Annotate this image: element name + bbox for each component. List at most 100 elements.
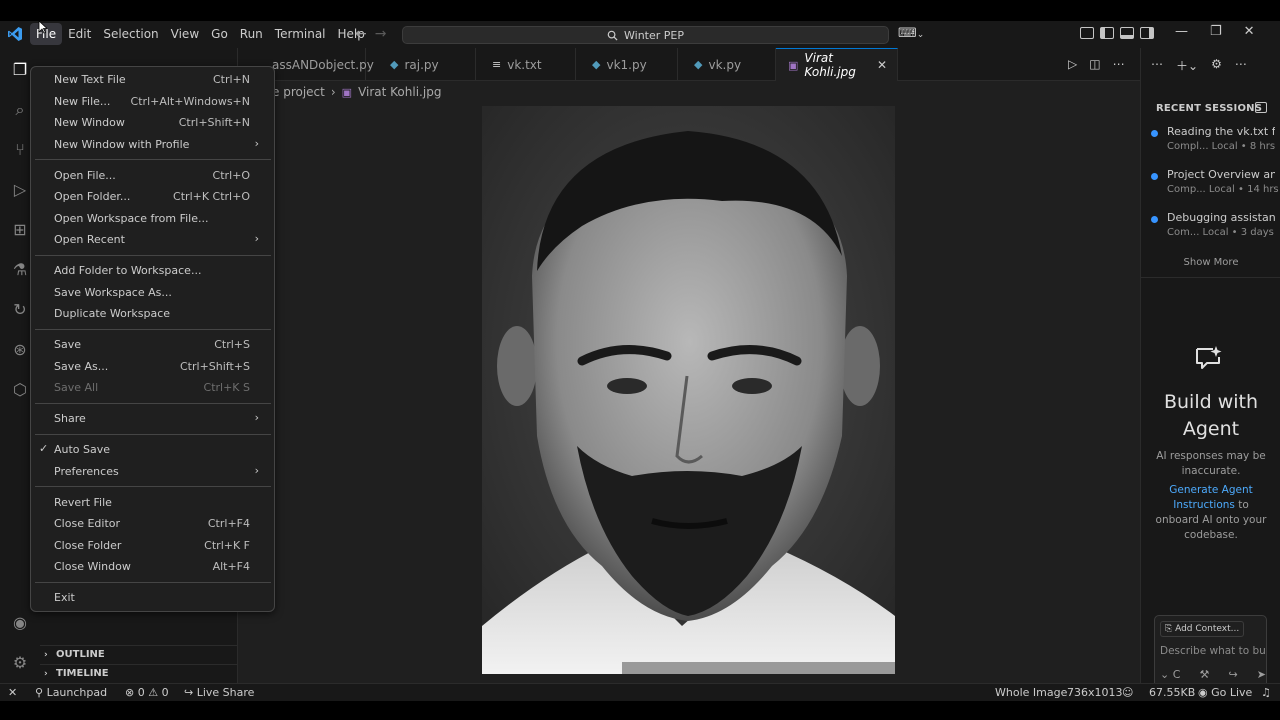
checkmark-icon: ✓ [39,442,49,455]
menu-run[interactable]: Run [234,23,269,45]
menu-item-open-recent[interactable]: Open Recent › [35,230,271,250]
git-graph-icon[interactable]: ⊛ [10,340,30,360]
copilot-chat-toggle[interactable]: ⌨⌄ [898,26,924,41]
search-icon[interactable]: ⌕ [10,100,30,120]
chat-input-box[interactable]: ⎘ Add Context... Describe what to build … [1154,615,1267,688]
tab-label: vk.py [708,57,742,72]
menu-item-save-workspace-as[interactable]: Save Workspace As... [35,283,271,303]
breadcrumb-file[interactable]: Virat Kohli.jpg [358,85,441,99]
image-zoom-mode[interactable]: Whole Image [995,686,1067,699]
timeline-section[interactable]: › TIMELINE [40,664,238,683]
new-chat-icon[interactable]: ＋⌄ [1176,57,1198,74]
agent-disclaimer: AI responses may be inaccurate. [1156,450,1266,477]
delegate-icon[interactable]: ↪ [1228,668,1237,681]
menu-selection[interactable]: Selection [97,23,164,45]
restore-icon[interactable]: ❐ [1210,24,1222,39]
toggle-secondary-sidebar-icon[interactable] [1140,27,1154,39]
more-actions-icon[interactable]: ⋯ [1113,57,1125,71]
remote-indicator-icon[interactable]: ✕ [8,686,17,699]
notifications-bell-icon[interactable]: ♫ [1261,686,1271,699]
menu-item-open-workspace[interactable]: Open Workspace from File... [35,209,271,229]
minimize-icon[interactable]: — [1175,24,1188,39]
menu-item-close-folder[interactable]: Close Folder Ctrl+K F [35,536,271,556]
tab-raj[interactable]: ◆ raj.py [366,48,476,81]
extensions-icon[interactable]: ⊞ [10,220,30,240]
session-meta: Compl... Local • 8 hrs [1167,141,1276,152]
chat-panel: ⋯ ＋⌄ ⚙ ⋯ RECENT SESSIONS Reading the vk.… [1140,48,1280,688]
chat-input-placeholder[interactable]: Describe what to build [1160,645,1266,657]
launchpad-item[interactable]: ⚲ Launchpad [35,686,107,699]
tab-virat-kohli-jpg[interactable]: ▣ Virat Kohli.jpg ✕ [776,48,898,81]
explorer-icon[interactable]: ❐ [10,60,30,80]
add-context-label: Add Context... [1175,624,1240,634]
vscode-window: File Edit Selection View Go Run Terminal… [0,21,1280,701]
manage-gear-icon[interactable]: ⚙ [10,653,30,673]
divider [1141,277,1280,278]
more-icon[interactable]: ⋯ [1151,57,1163,74]
session-title: Project Overview an... [1167,168,1275,181]
menu-item-label: New Window [54,116,125,129]
close-tab-icon[interactable]: ✕ [877,58,887,72]
toggle-primary-sidebar-icon[interactable] [1100,27,1114,39]
menu-item-new-text-file[interactable]: New Text File Ctrl+N [35,70,271,90]
accounts-icon[interactable]: ◉ [10,613,30,633]
menu-item-new-file[interactable]: New File... Ctrl+Alt+Windows+N [35,92,271,112]
mode-picker[interactable]: ⌄ C [1160,668,1180,681]
menu-edit[interactable]: Edit [62,23,97,45]
run-debug-icon[interactable]: ▷ [10,180,30,200]
containers-icon[interactable]: ⬡ [10,380,30,400]
problems-indicator[interactable]: ⊗ 0 ⚠ 0 [125,686,169,699]
remote-explorer-icon[interactable]: ↻ [10,300,30,320]
image-preview-editor [238,103,1140,683]
menu-item-preferences[interactable]: Preferences › [35,462,271,482]
go-live-item[interactable]: ◉ Go Live [1198,686,1252,699]
menu-go[interactable]: Go [205,23,234,45]
menu-item-save[interactable]: Save Ctrl+S [35,335,271,355]
forward-arrow-icon[interactable]: → [375,26,387,42]
show-more-link[interactable]: Show More [1141,257,1280,268]
python-file-icon: ◆ [694,58,703,71]
menu-item-auto-save[interactable]: ✓ Auto Save [35,440,271,460]
settings-gear-icon[interactable]: ⚙ [1211,57,1222,74]
window-controls: — ❐ ✕ [1175,24,1255,39]
menu-terminal[interactable]: Terminal [269,23,332,45]
menu-item-share[interactable]: Share › [35,409,271,429]
live-share-item[interactable]: ↪ Live Share [184,686,254,699]
menu-item-close-window[interactable]: Close Window Alt+F4 [35,557,271,577]
source-control-icon[interactable]: ⑂ [10,140,30,160]
tab-vk[interactable]: ◆ vk.py [678,48,776,81]
nav-arrows: ← → [355,26,386,42]
menu-item-exit[interactable]: Exit [35,588,271,608]
menu-item-close-editor[interactable]: Close Editor Ctrl+F4 [35,514,271,534]
menu-item-save-as[interactable]: Save As... Ctrl+Shift+S [35,357,271,377]
tab-vk-txt[interactable]: ≡ vk.txt [476,48,576,81]
back-arrow-icon[interactable]: ← [355,26,367,42]
menu-item-open-folder[interactable]: Open Folder... Ctrl+K Ctrl+O [35,187,271,207]
menu-item-open-file[interactable]: Open File... Ctrl+O [35,166,271,186]
tab-vk1[interactable]: ◆ vk1.py [576,48,678,81]
add-context-button[interactable]: ⎘ Add Context... [1160,621,1245,637]
menu-item-new-window-profile[interactable]: New Window with Profile › [35,135,271,155]
command-center-search[interactable]: Winter PEP [402,26,889,44]
send-icon[interactable]: ➤ [1257,668,1266,681]
toggle-panel-icon[interactable] [1120,27,1134,39]
menu-item-duplicate-workspace[interactable]: Duplicate Workspace [35,304,271,324]
menu-item-add-folder[interactable]: Add Folder to Workspace... [35,261,271,281]
split-editor-icon[interactable]: ◫ [1089,57,1100,71]
menu-item-revert-file[interactable]: Revert File [35,493,271,513]
tools-icon[interactable]: ⚒ [1200,668,1210,681]
more-actions-icon[interactable]: ⋯ [1235,57,1247,74]
breadcrumb-folder[interactable]: e project [272,85,325,99]
run-file-icon[interactable]: ▷ [1068,57,1077,71]
copilot-icon: ⌨ [898,26,917,41]
menu-view[interactable]: View [165,23,205,45]
outline-section[interactable]: › OUTLINE [40,645,238,664]
copilot-status-icon[interactable]: ☺ [1122,686,1133,699]
customize-layout-icon[interactable] [1080,27,1094,39]
chevron-down-icon: ⌄ [916,30,925,40]
python-file-icon: ◆ [390,58,399,71]
close-window-icon[interactable]: ✕ [1244,24,1255,39]
sessions-view-icon[interactable] [1255,102,1267,113]
testing-icon[interactable]: ⚗ [10,260,30,280]
menu-item-new-window[interactable]: New Window Ctrl+Shift+N [35,113,271,133]
